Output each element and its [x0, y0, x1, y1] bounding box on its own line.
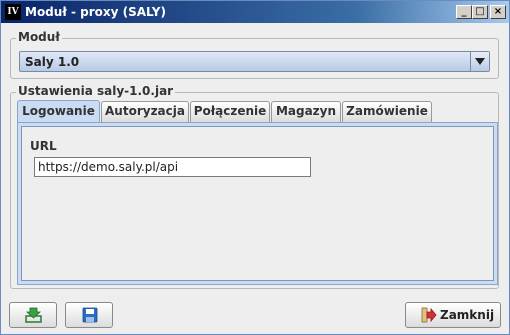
- tab-logowanie[interactable]: Logowanie: [17, 100, 100, 123]
- tab-panel: URL: [17, 122, 498, 285]
- close-window-button[interactable]: ×: [490, 5, 506, 19]
- tab-polaczenie[interactable]: Połączenie: [190, 101, 270, 122]
- tab-autoryzacja[interactable]: Autoryzacja: [101, 101, 189, 122]
- chevron-down-icon: [475, 58, 485, 65]
- save-button[interactable]: [65, 302, 113, 328]
- save-icon: [82, 307, 98, 323]
- settings-group-label: Ustawienia saly-1.0.jar: [16, 84, 176, 98]
- exit-icon: [421, 307, 437, 323]
- close-button[interactable]: Zamknij: [405, 302, 501, 328]
- close-button-label: Zamknij: [440, 308, 495, 322]
- minimize-button[interactable]: _: [456, 5, 472, 19]
- proxy-module-window: IV Moduł - proxy (SALY) _ □ × Moduł Saly…: [0, 0, 510, 335]
- title-bar[interactable]: IV Moduł - proxy (SALY) _ □ ×: [1, 1, 509, 23]
- app-icon: IV: [5, 4, 21, 20]
- tab-magazyn[interactable]: Magazyn: [271, 101, 341, 122]
- maximize-button[interactable]: □: [472, 5, 488, 19]
- download-icon: [25, 307, 42, 323]
- url-input[interactable]: [34, 157, 311, 177]
- url-label: URL: [30, 139, 57, 153]
- login-panel: URL: [21, 126, 494, 281]
- window-title: Moduł - proxy (SALY): [25, 5, 166, 19]
- module-select-arrow[interactable]: [470, 52, 489, 71]
- module-group-label: Moduł: [16, 30, 62, 44]
- tab-zamowienie[interactable]: Zamówienie: [342, 101, 432, 122]
- import-button[interactable]: [9, 302, 57, 328]
- module-select-value: Saly 1.0: [25, 55, 80, 69]
- module-select[interactable]: Saly 1.0: [19, 51, 490, 72]
